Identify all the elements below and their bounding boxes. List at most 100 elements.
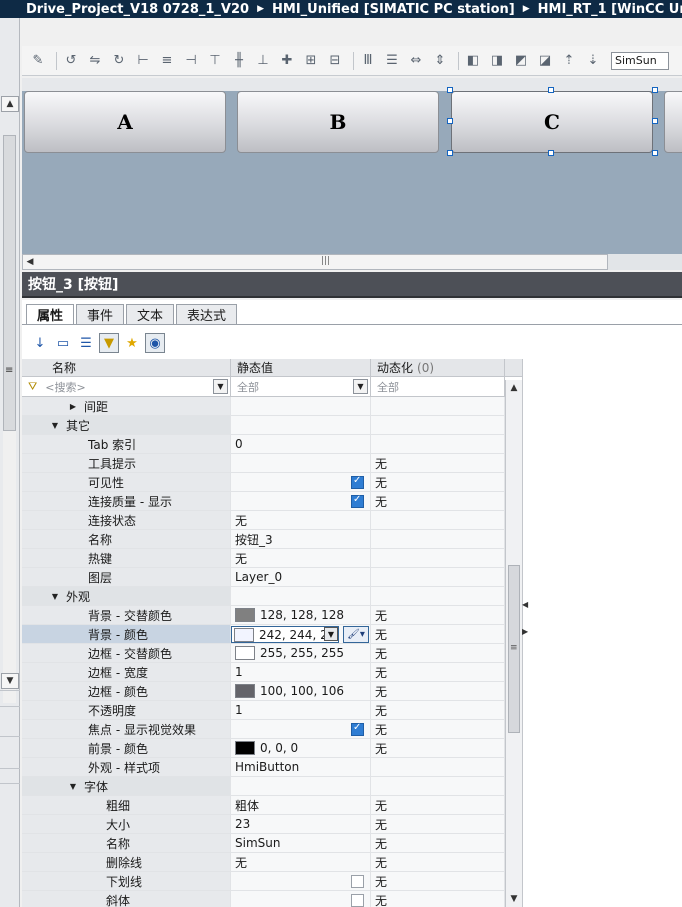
tab-events[interactable]: 事件 [76, 304, 125, 324]
resize-handle[interactable] [652, 150, 658, 156]
same-width-icon[interactable]: ⇔ [406, 52, 426, 70]
align-center-icon[interactable]: ≡ [157, 52, 177, 70]
prop-value[interactable]: SimSun [231, 834, 371, 852]
align-top-icon[interactable]: ⊤ [205, 52, 225, 70]
prop-dynamic[interactable]: 无 [371, 701, 505, 719]
prop-dynamic[interactable]: 无 [371, 872, 505, 890]
prop-dynamic[interactable] [371, 397, 505, 415]
center-icon[interactable]: ✚ [277, 52, 297, 70]
prop-value[interactable] [231, 397, 371, 415]
prop-value[interactable]: 100, 100, 106 [231, 682, 371, 700]
prop-row-selected[interactable]: 背景 - 颜色 242, 244, 25 ▼ 🖌▾ 无 [22, 625, 522, 644]
format-painter-icon[interactable]: ✎ [28, 52, 48, 70]
scroll-up-icon[interactable]: ▲ [506, 380, 522, 396]
prop-value[interactable]: 23 [231, 815, 371, 833]
collapse-icon[interactable]: ▼ [50, 592, 60, 601]
prop-value[interactable] [231, 473, 371, 491]
prop-dynamic[interactable] [371, 758, 505, 776]
flip-icon[interactable]: ⇋ [85, 52, 105, 70]
hmi-button-a[interactable]: A [24, 91, 226, 153]
favorite-star-icon[interactable]: ★ [122, 333, 142, 353]
same-height-icon[interactable]: ⇕ [430, 52, 450, 70]
color-picker-icon[interactable]: 🖌▾ [343, 626, 369, 643]
prop-row[interactable]: 粗细 粗体 无 [22, 796, 522, 815]
prop-dynamic[interactable]: 无 [371, 625, 505, 643]
focus-visual-checkbox[interactable] [351, 722, 364, 736]
prop-dynamic[interactable]: 无 [371, 682, 505, 700]
prop-value[interactable]: 128, 128, 128 [231, 606, 371, 624]
prop-value[interactable] [231, 720, 371, 738]
chevron-down-icon[interactable]: ▼ [353, 379, 368, 394]
prop-value[interactable]: 1 [231, 663, 371, 681]
prop-row[interactable]: 边框 - 交替颜色 255, 255, 255 无 [22, 644, 522, 663]
prop-row[interactable]: 斜体 无 [22, 891, 522, 907]
prop-dynamic[interactable]: 无 [371, 891, 505, 907]
property-grid-scrollbar[interactable]: ▲ ≡ ▼ [505, 380, 522, 907]
scroll-down-icon[interactable]: ▼ [506, 891, 522, 907]
prop-value[interactable]: 1 [231, 701, 371, 719]
screen-canvas[interactable]: A B C [22, 78, 682, 256]
rotate-right-icon[interactable]: ↻ [109, 52, 129, 70]
prop-row[interactable]: ▶ 间距 [22, 397, 522, 416]
prop-value[interactable]: 255, 255, 255 [231, 644, 371, 662]
bring-forward-icon[interactable]: ◨ [487, 52, 507, 70]
font-family-select[interactable]: SimSun [611, 51, 669, 70]
prop-dynamic[interactable]: 无 [371, 815, 505, 833]
list-icon[interactable]: ☰ [76, 333, 96, 353]
prop-row[interactable]: 焦点 - 显示视觉效果 无 [22, 720, 522, 739]
sort-az-icon[interactable]: ↓ [30, 333, 50, 353]
breadcrumb-project[interactable]: Drive_Project_V18 0728_1_V20 [26, 2, 249, 17]
underline-checkbox[interactable] [351, 875, 364, 888]
prop-dynamic[interactable]: 无 [371, 644, 505, 662]
visibility-checkbox[interactable] [351, 475, 364, 489]
color-swatch[interactable] [235, 608, 255, 622]
resize-handle[interactable] [652, 87, 658, 93]
prop-group[interactable]: ▼ 字体 [22, 777, 522, 796]
breadcrumb-runtime[interactable]: HMI_RT_1 [WinCC Unified PC RT] [538, 2, 682, 17]
resize-handle[interactable] [447, 150, 453, 156]
sort-down-icon[interactable]: ⇣ [583, 52, 603, 70]
expand-icon[interactable]: ▶ [68, 402, 78, 411]
prop-dynamic[interactable]: 无 [371, 834, 505, 852]
prop-value[interactable]: HmiButton [231, 758, 371, 776]
eye-icon[interactable]: ◉ [145, 333, 165, 353]
filter-clear-icon[interactable]: ⛛ [28, 380, 37, 394]
sort-up-icon[interactable]: ⇡ [559, 52, 579, 70]
prop-dynamic[interactable] [371, 530, 505, 548]
tab-texts[interactable]: 文本 [126, 304, 175, 324]
prop-row[interactable]: 图层 Layer_0 [22, 568, 522, 587]
prop-value[interactable] [231, 872, 371, 890]
hmi-button-c[interactable]: C [451, 91, 653, 153]
align-right-icon[interactable]: ⊣ [181, 52, 201, 70]
canvas-horizontal-scrollbar[interactable]: ◀ ||| [22, 254, 608, 270]
prop-dynamic[interactable] [371, 511, 505, 529]
prop-dynamic[interactable]: 无 [371, 720, 505, 738]
collapse-icon[interactable]: ▼ [68, 782, 78, 791]
prop-row[interactable]: 名称 按钮_3 [22, 530, 522, 549]
breadcrumb-device[interactable]: HMI_Unified [SIMATIC PC station] [272, 2, 515, 17]
prop-row[interactable]: 不透明度 1 无 [22, 701, 522, 720]
prop-dynamic[interactable]: 无 [371, 606, 505, 624]
distribute-horizontal-icon[interactable]: Ⅲ [358, 52, 378, 70]
column-header-name[interactable]: 名称 [22, 359, 231, 376]
center-vertical-icon[interactable]: ⊟ [325, 52, 345, 70]
prop-value[interactable]: 0, 0, 0 [231, 739, 371, 757]
bring-front-icon[interactable]: ◧ [463, 52, 483, 70]
prop-dynamic[interactable]: 无 [371, 739, 505, 757]
prop-row[interactable]: 名称 SimSun 无 [22, 834, 522, 853]
prop-dynamic[interactable] [371, 435, 505, 453]
italic-checkbox[interactable] [351, 894, 364, 907]
resize-handle[interactable] [652, 118, 658, 124]
prop-dynamic[interactable]: 无 [371, 853, 505, 871]
prop-group[interactable]: ▼ 外观 [22, 587, 522, 606]
color-swatch[interactable] [235, 684, 255, 698]
static-filter[interactable]: 全部 ▼ [231, 377, 371, 396]
prop-row[interactable]: 前景 - 颜色 0, 0, 0 无 [22, 739, 522, 758]
color-edit-field[interactable]: 242, 244, 25 [231, 626, 339, 643]
tab-expressions[interactable]: 表达式 [176, 304, 238, 324]
prop-dynamic[interactable]: 无 [371, 492, 505, 510]
prop-row[interactable]: 背景 - 交替颜色 128, 128, 128 无 [22, 606, 522, 625]
prop-value[interactable] [231, 891, 371, 907]
scroll-up-icon[interactable]: ▲ [1, 96, 19, 112]
prop-row[interactable]: 热键 无 [22, 549, 522, 568]
